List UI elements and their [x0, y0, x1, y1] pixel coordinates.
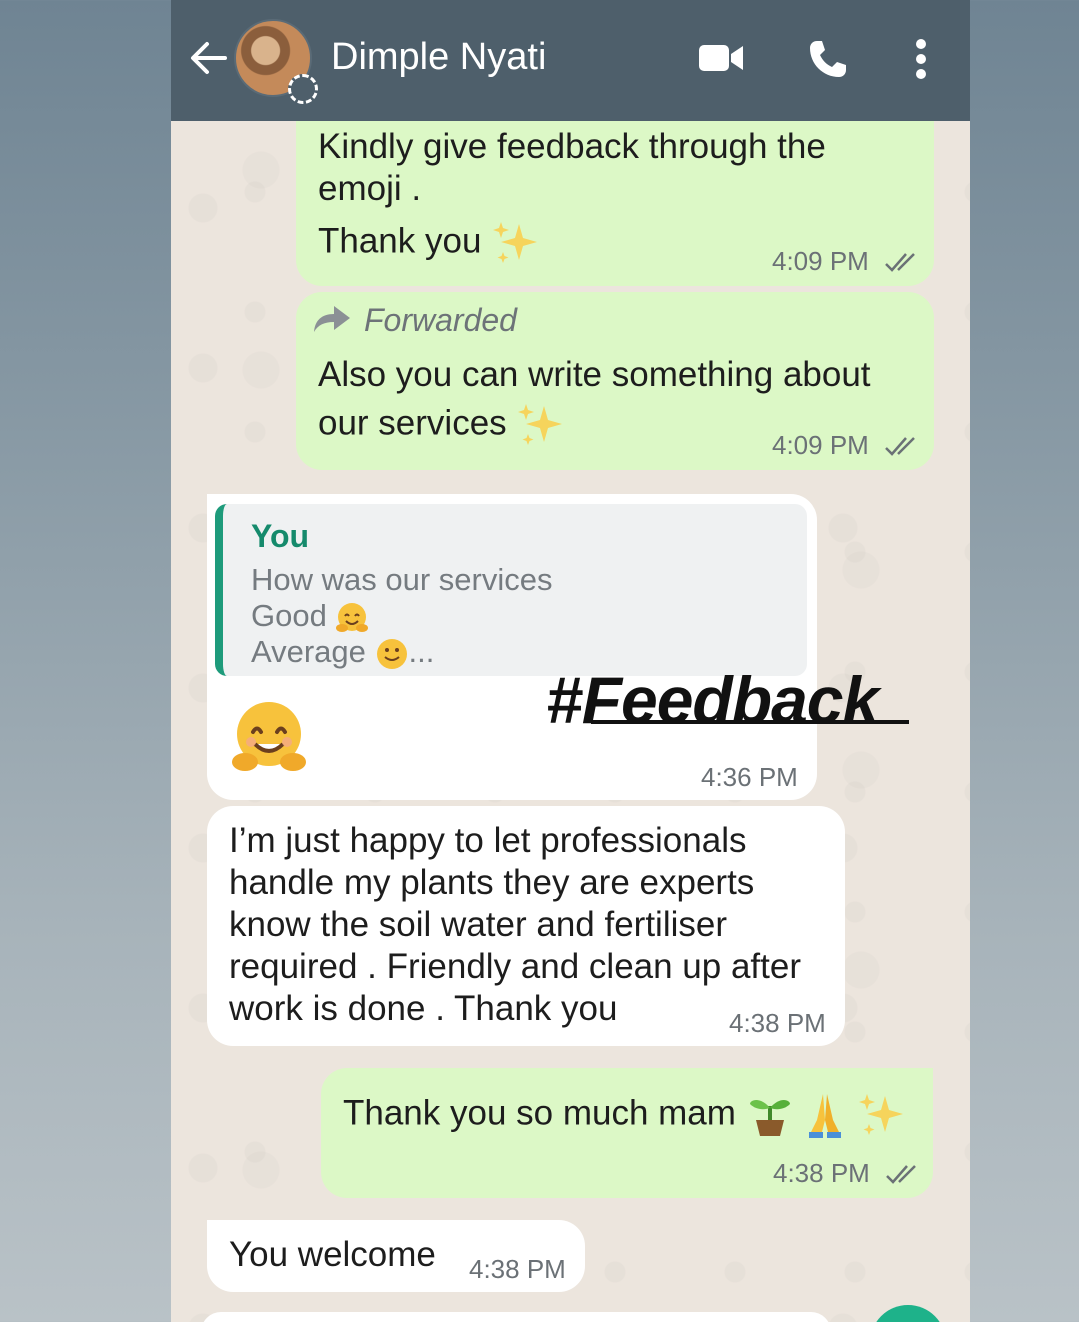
message-time: 4:09 PM	[772, 430, 869, 460]
message-bubble-incoming[interactable]: I’m just happy to let professionals hand…	[207, 806, 845, 1046]
message-text: know the soil water and fertiliser	[229, 905, 727, 944]
message-text: Thank you	[318, 220, 541, 266]
forwarded-label: Forwarded	[364, 302, 517, 338]
message-text: emoji .	[318, 169, 422, 208]
quoted-message[interactable]: You How was our services Good Average ..…	[215, 504, 807, 676]
message-bubble-outgoing[interactable]: Forwarded Also you can write something a…	[296, 292, 934, 470]
message-text: You welcome	[229, 1235, 436, 1274]
read-ticks-icon	[885, 253, 915, 272]
sparkles-icon	[493, 222, 538, 263]
message-meta: 4:09 PM	[772, 430, 920, 461]
quote-author: You	[251, 518, 310, 554]
phone-icon[interactable]	[807, 38, 849, 80]
message-bubble-incoming[interactable]: You How was our services Good Average ..…	[207, 494, 817, 800]
message-text: handle my plants they are experts	[229, 863, 755, 902]
message-time: 4:36 PM	[701, 762, 798, 792]
message-text: work is done . Thank you	[229, 989, 618, 1028]
message-bubble-incoming[interactable]: You welcome 4:38 PM	[207, 1220, 585, 1292]
feedback-hashtag-overlay: #Feedback	[546, 663, 879, 737]
hugging-face-icon	[336, 602, 369, 632]
message-text: I’m just happy to let professionals	[229, 821, 747, 860]
read-ticks-icon	[886, 1165, 916, 1184]
more-options-icon[interactable]	[911, 38, 931, 80]
quote-text: Good	[251, 598, 369, 635]
message-text: Thank you so much mam	[343, 1093, 736, 1133]
read-ticks-icon	[885, 437, 915, 456]
contact-name[interactable]: Dimple Nyati	[331, 36, 546, 79]
video-call-icon[interactable]	[697, 38, 745, 78]
sparkles-icon	[518, 404, 563, 445]
forward-arrow-icon	[314, 306, 350, 332]
quote-ellipsis: ...	[408, 634, 435, 669]
message-text: Thank you so much mam	[343, 1090, 907, 1140]
message-time: 4:09 PM	[772, 246, 869, 276]
back-arrow-icon[interactable]	[189, 38, 229, 78]
message-time: 4:38 PM	[469, 1254, 566, 1284]
message-text: required . Friendly and clean up after	[229, 947, 801, 986]
message-meta: 4:09 PM	[772, 246, 920, 277]
quote-text: Good	[251, 598, 327, 633]
smiling-face-icon	[376, 638, 407, 669]
message-bubble-incoming[interactable]	[201, 1312, 831, 1322]
message-text: Thank you	[318, 221, 482, 261]
message-bubble-outgoing[interactable]: Kindly give feedback through the emoji .…	[296, 100, 934, 286]
chat-header: Dimple Nyati	[171, 0, 970, 121]
hashtag-underline	[591, 720, 909, 724]
quote-text: Average ...	[251, 634, 434, 671]
message-text: Also you can write something about	[318, 355, 871, 394]
message-text: our services	[318, 403, 507, 443]
chat-screen: Dimple Nyati Kindly give feedback throug…	[171, 0, 970, 1322]
message-time: 4:38 PM	[729, 1008, 826, 1038]
sparkles-icon	[859, 1094, 904, 1135]
message-text: Kindly give feedback through the	[318, 127, 826, 166]
folded-hands-icon	[809, 1094, 842, 1138]
message-meta: 4:38 PM	[773, 1158, 921, 1189]
status-icon	[288, 74, 318, 104]
hugging-face-icon	[232, 702, 306, 771]
message-time: 4:38 PM	[773, 1158, 870, 1188]
message-bubble-outgoing[interactable]: Thank you so much mam 4:38 PM	[321, 1068, 933, 1198]
quote-text: Average	[251, 634, 366, 669]
message-text: our services	[318, 402, 566, 448]
quote-text: How was our services	[251, 562, 553, 597]
seedling-icon	[749, 1100, 790, 1136]
